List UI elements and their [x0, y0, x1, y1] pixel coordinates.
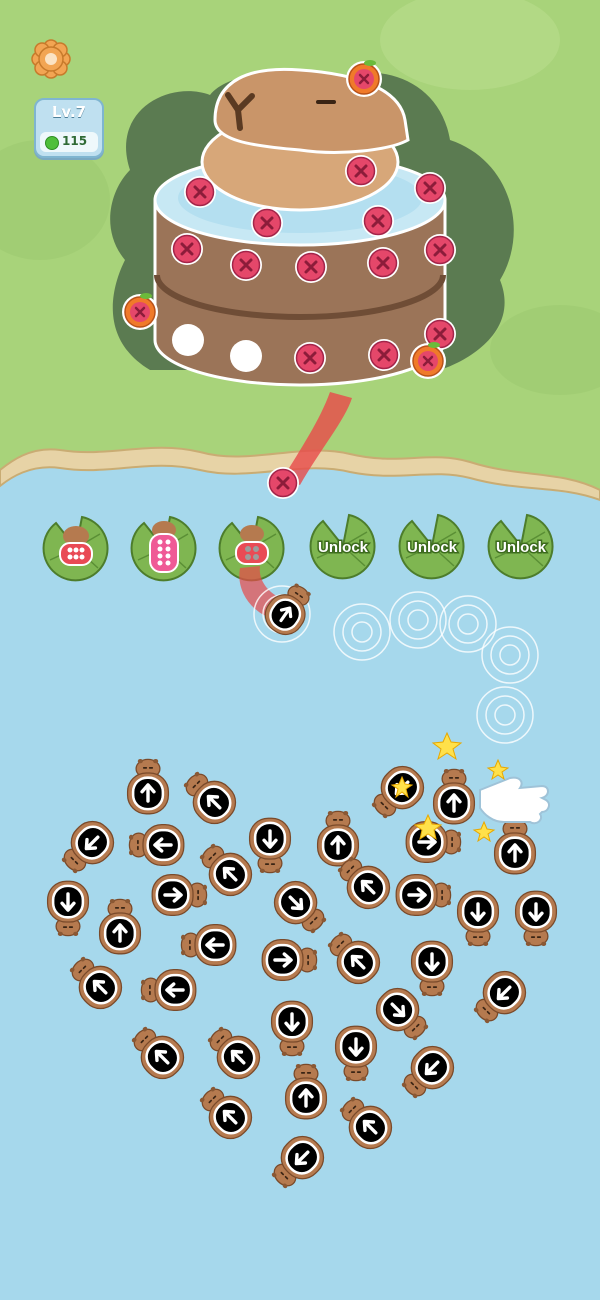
coin-counter: 115: [40, 132, 98, 152]
slot-2[interactable]: [130, 516, 197, 582]
capybara-arrow-piece[interactable]: [463, 962, 535, 1034]
capybara-arrow-piece[interactable]: [179, 922, 238, 968]
capybara-arrow-piece[interactable]: [260, 937, 319, 983]
svg-text:Unlock: Unlock: [496, 539, 547, 556]
settings-button[interactable]: [30, 38, 72, 80]
capybara-arrow-piece[interactable]: [409, 939, 455, 998]
capybara-arrow-piece[interactable]: [265, 872, 337, 944]
capybara-arrow-piece[interactable]: [150, 872, 209, 918]
capybara-arrow-piece[interactable]: [197, 1016, 269, 1088]
heart-board[interactable]: [45, 757, 559, 1199]
game-scene: .red .pc{fill:#e94a55}.pink .pc{fill:#ef…: [0, 0, 600, 1199]
locked-slot-3[interactable]: Unlock: [487, 514, 554, 580]
capybara-arrow-piece[interactable]: [333, 1024, 379, 1083]
capybara-arrow-piece[interactable]: [391, 1037, 463, 1109]
locked-slot-1[interactable]: Unlock: [309, 514, 376, 580]
coin-count: 115: [62, 134, 88, 148]
capybara-arrow-piece[interactable]: [59, 946, 131, 1018]
flying-screw: [265, 465, 301, 501]
capybara-arrow-piece[interactable]: [139, 967, 198, 1013]
capybara-arrow-piece[interactable]: [247, 816, 293, 875]
tutorial-hand: [479, 776, 550, 825]
capybara-arrow-piece[interactable]: [394, 872, 453, 918]
capybara-arrow-piece[interactable]: [127, 822, 186, 868]
capybara-arrow-piece[interactable]: [283, 1062, 329, 1121]
green-coin-icon: [45, 136, 59, 150]
capybara-arrow-piece[interactable]: [431, 767, 477, 826]
capybara-arrow-piece[interactable]: [51, 812, 123, 884]
slot-1[interactable]: [42, 516, 109, 582]
capybara-arrow-piece[interactable]: [329, 1086, 401, 1158]
svg-text:Unlock: Unlock: [318, 539, 369, 556]
capybara-arrow-piece[interactable]: [97, 897, 143, 956]
svg-text:Unlock: Unlock: [407, 539, 458, 556]
capybara-arrow-piece[interactable]: [189, 1076, 261, 1148]
gear-icon: [31, 39, 71, 79]
level-badge: Lv.7 115: [34, 98, 104, 158]
capybara-arrow-piece[interactable]: [513, 889, 559, 948]
capybara-arrow-piece[interactable]: [121, 1016, 193, 1088]
capybara-arrow-piece[interactable]: [269, 999, 315, 1058]
capybara-arrow-piece[interactable]: [455, 889, 501, 948]
capybara-arrow-piece[interactable]: [317, 921, 389, 993]
capybara-arrow-piece[interactable]: [492, 817, 538, 876]
capybara-arrow-piece[interactable]: [173, 761, 245, 833]
capybara-arrow-piece[interactable]: [125, 757, 171, 816]
locked-slot-2[interactable]: Unlock: [398, 514, 465, 580]
capybara-arrow-piece[interactable]: [261, 1127, 333, 1199]
capybara-arrow-piece[interactable]: [45, 879, 91, 938]
level-label: Lv.7: [51, 103, 87, 121]
